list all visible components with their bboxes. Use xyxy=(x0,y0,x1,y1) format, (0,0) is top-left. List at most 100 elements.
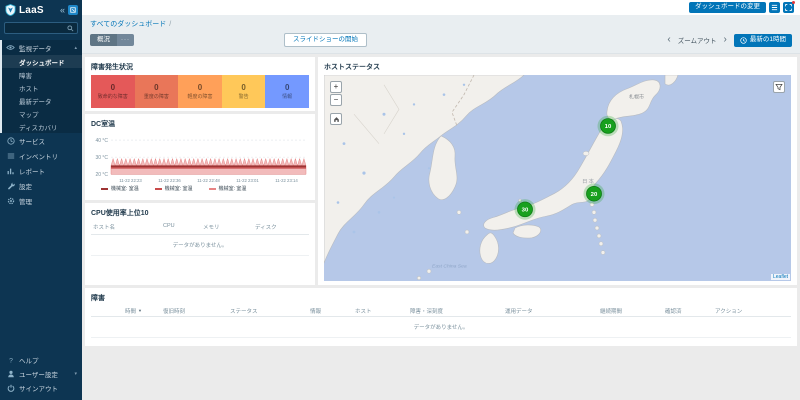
sidebar-item-hosts[interactable]: ホスト xyxy=(2,81,82,94)
svg-text:11-22 22:23: 11-22 22:23 xyxy=(119,178,142,183)
japan-map[interactable]: 札幌市 日本 East China Sea 102030 + − xyxy=(324,75,791,281)
time-controls: ‹ ズームアウト › 最新の1時間 xyxy=(667,34,792,47)
help-icon: ? xyxy=(6,356,15,364)
severity-cell-0[interactable]: 0致命的な障害 xyxy=(91,75,135,108)
severity-widget-title: 障害発生状況 xyxy=(91,62,309,72)
sidebar-section-label: ヘルプ xyxy=(19,355,39,365)
sidebar-item-latest-data[interactable]: 最新データ xyxy=(2,94,82,107)
host-cluster-marker-2[interactable]: 30 xyxy=(515,199,536,220)
severity-label: 情報 xyxy=(282,93,292,100)
sidebar-footer-nav: ? ヘルプユーザー設定▾サインアウト xyxy=(0,353,82,400)
problems-column-header-7[interactable]: 継続期間 xyxy=(600,307,622,315)
app-logo-text: LaaS xyxy=(19,5,44,16)
change-dashboard-button[interactable]: ダッシュボードの変更 xyxy=(689,2,766,13)
sidebar-item-problems[interactable]: 障害 xyxy=(2,68,82,81)
power-icon xyxy=(6,384,15,392)
problems-column-header-9[interactable]: アクション xyxy=(715,307,742,315)
sidebar-footer-group-user-settings: ユーザー設定▾ xyxy=(0,367,82,381)
sidebar-item-dashboard[interactable]: ダッシュボード xyxy=(2,55,82,68)
map-sea-label: East China Sea xyxy=(432,263,467,269)
search-input[interactable] xyxy=(8,25,67,31)
tab-overview[interactable]: 概況 xyxy=(90,34,117,47)
severity-label: 致命的な障害 xyxy=(98,93,128,100)
problems-column-header-8[interactable]: 確認済 xyxy=(665,307,682,315)
problems-column-header-2[interactable]: ステータス xyxy=(230,307,258,315)
severity-cell-1[interactable]: 0重度の障害 xyxy=(135,75,179,108)
clock-icon xyxy=(740,37,747,44)
map-zoom-out-button[interactable]: − xyxy=(330,94,342,106)
sidebar-section-group-administration: 管理 xyxy=(0,193,82,208)
legend-label: 機械室: 室温 xyxy=(111,185,139,192)
eye-icon xyxy=(6,44,15,51)
cpu-empty-text: データがありません。 xyxy=(91,235,309,256)
search-icon[interactable] xyxy=(67,25,74,32)
problems-column-header-1[interactable]: 復旧時刻 xyxy=(163,307,185,315)
problems-column-header-5[interactable]: 障害・深刻度 xyxy=(410,307,443,315)
problems-empty-text: データがありません。 xyxy=(91,317,791,338)
map-filter-button[interactable] xyxy=(773,81,785,93)
severity-label: 重度の障害 xyxy=(144,93,169,100)
fullscreen-button[interactable] xyxy=(783,2,794,13)
sidebar-section-services[interactable]: サービス xyxy=(2,133,82,148)
severity-cell-4[interactable]: 0情報 xyxy=(265,75,309,108)
sidebar-section-reports[interactable]: レポート xyxy=(2,163,82,178)
sidebar-section-inventory[interactable]: インベントリ xyxy=(2,148,82,163)
cpu-column-header-2: メモリ xyxy=(203,223,255,231)
sidebar-section-signout[interactable]: サインアウト xyxy=(2,381,82,395)
map-home-button[interactable] xyxy=(330,113,342,125)
sidebar-section-group-services: サービス xyxy=(0,133,82,148)
sidebar-section-label: 設定 xyxy=(19,181,32,191)
time-back-arrow-icon[interactable]: ‹ xyxy=(667,35,670,45)
zoom-out-button[interactable]: ズームアウト xyxy=(678,35,717,45)
notification-dot xyxy=(792,1,795,4)
problems-table-header: 時間▼ 復旧時刻 ステータス 情報 ホスト 障害・深刻度 運用データ 継続期間 確認済 アクション xyxy=(91,306,791,317)
problems-column-header-3[interactable]: 情報 xyxy=(310,307,321,315)
sidebar-item-maps[interactable]: マップ xyxy=(2,107,82,120)
dc-temp-widget: DC室温 40 °C30 °C20 °C11-22 22:2311-22 22:… xyxy=(85,114,315,200)
problems-widget-title: 障害 xyxy=(91,293,791,303)
severity-count: 0 xyxy=(285,83,289,92)
sidebar-footer-group-help: ? ヘルプ xyxy=(0,353,82,367)
sidebar-section-administration[interactable]: 管理 xyxy=(2,193,82,208)
problems-column-header-6[interactable]: 運用データ xyxy=(505,307,533,315)
cpu-top10-widget: CPU使用率上位10 ホスト名CPUメモリディスク データがありません。 xyxy=(85,203,315,285)
problems-column-header-4[interactable]: ホスト xyxy=(355,307,372,315)
severity-cell-2[interactable]: 0軽度の障害 xyxy=(178,75,222,108)
host-cluster-marker-0[interactable]: 10 xyxy=(598,116,619,137)
host-cluster-marker-1[interactable]: 20 xyxy=(584,183,605,204)
map-zoom-in-button[interactable]: + xyxy=(330,81,342,93)
sidebar-section-configuration[interactable]: 設定 xyxy=(2,178,82,193)
sidebar-item-discovery[interactable]: ディスカバリ xyxy=(2,120,82,133)
sidebar-section-group-reports: レポート xyxy=(0,163,82,178)
map-basemap: 札幌市 日本 East China Sea 102030 xyxy=(324,75,791,281)
svg-text:11-22 23:01: 11-22 23:01 xyxy=(236,178,259,183)
dashboard-page-tab[interactable]: 概況 ··· xyxy=(90,34,134,47)
breadcrumb-separator: / xyxy=(169,21,171,28)
severity-count: 0 xyxy=(154,83,158,92)
toolbar-controls-row: 概況 ··· スライドショーの開始 ‹ ズームアウト › 最新の1時間 xyxy=(90,32,792,48)
hide-sidebar-button[interactable] xyxy=(68,5,78,15)
dashboard-menu-button[interactable] xyxy=(769,2,780,13)
time-range-selector-button[interactable]: 最新の1時間 xyxy=(734,34,792,47)
sidebar-section-label: レポート xyxy=(19,166,45,176)
severity-cell-3[interactable]: 0警告 xyxy=(222,75,266,108)
sidebar-section-user-settings[interactable]: ユーザー設定▾ xyxy=(2,367,82,381)
time-forward-arrow-icon[interactable]: › xyxy=(724,35,727,45)
svg-text:30: 30 xyxy=(522,208,529,214)
leaflet-attribution[interactable]: Leaflet xyxy=(771,274,790,280)
breadcrumb-all-dashboards-link[interactable]: すべてのダッシュボード xyxy=(90,19,166,29)
laas-shield-logo-icon xyxy=(5,4,16,16)
chevron-up-icon: ▴ xyxy=(74,45,77,51)
collapse-sidebar-icon[interactable]: « xyxy=(60,6,65,15)
sidebar-section-monitoring[interactable]: 監視データ▴ xyxy=(2,40,82,55)
severity-label: 警告 xyxy=(239,93,249,100)
start-slideshow-button[interactable]: スライドショーの開始 xyxy=(284,33,367,48)
report-icon xyxy=(6,167,15,175)
sidebar-section-help[interactable]: ? ヘルプ xyxy=(2,353,82,367)
tab-kebab-menu-icon[interactable]: ··· xyxy=(117,34,134,47)
svg-text:20 °C: 20 °C xyxy=(95,172,108,178)
svg-text:11-22 22:48: 11-22 22:48 xyxy=(197,178,220,183)
problems-column-header-0[interactable]: 時間▼ xyxy=(125,307,142,315)
legend-label: 機械室: 室温 xyxy=(219,185,247,192)
sidebar-section-group-monitoring: 監視データ▴ダッシュボード障害ホスト最新データマップディスカバリ xyxy=(0,40,82,133)
